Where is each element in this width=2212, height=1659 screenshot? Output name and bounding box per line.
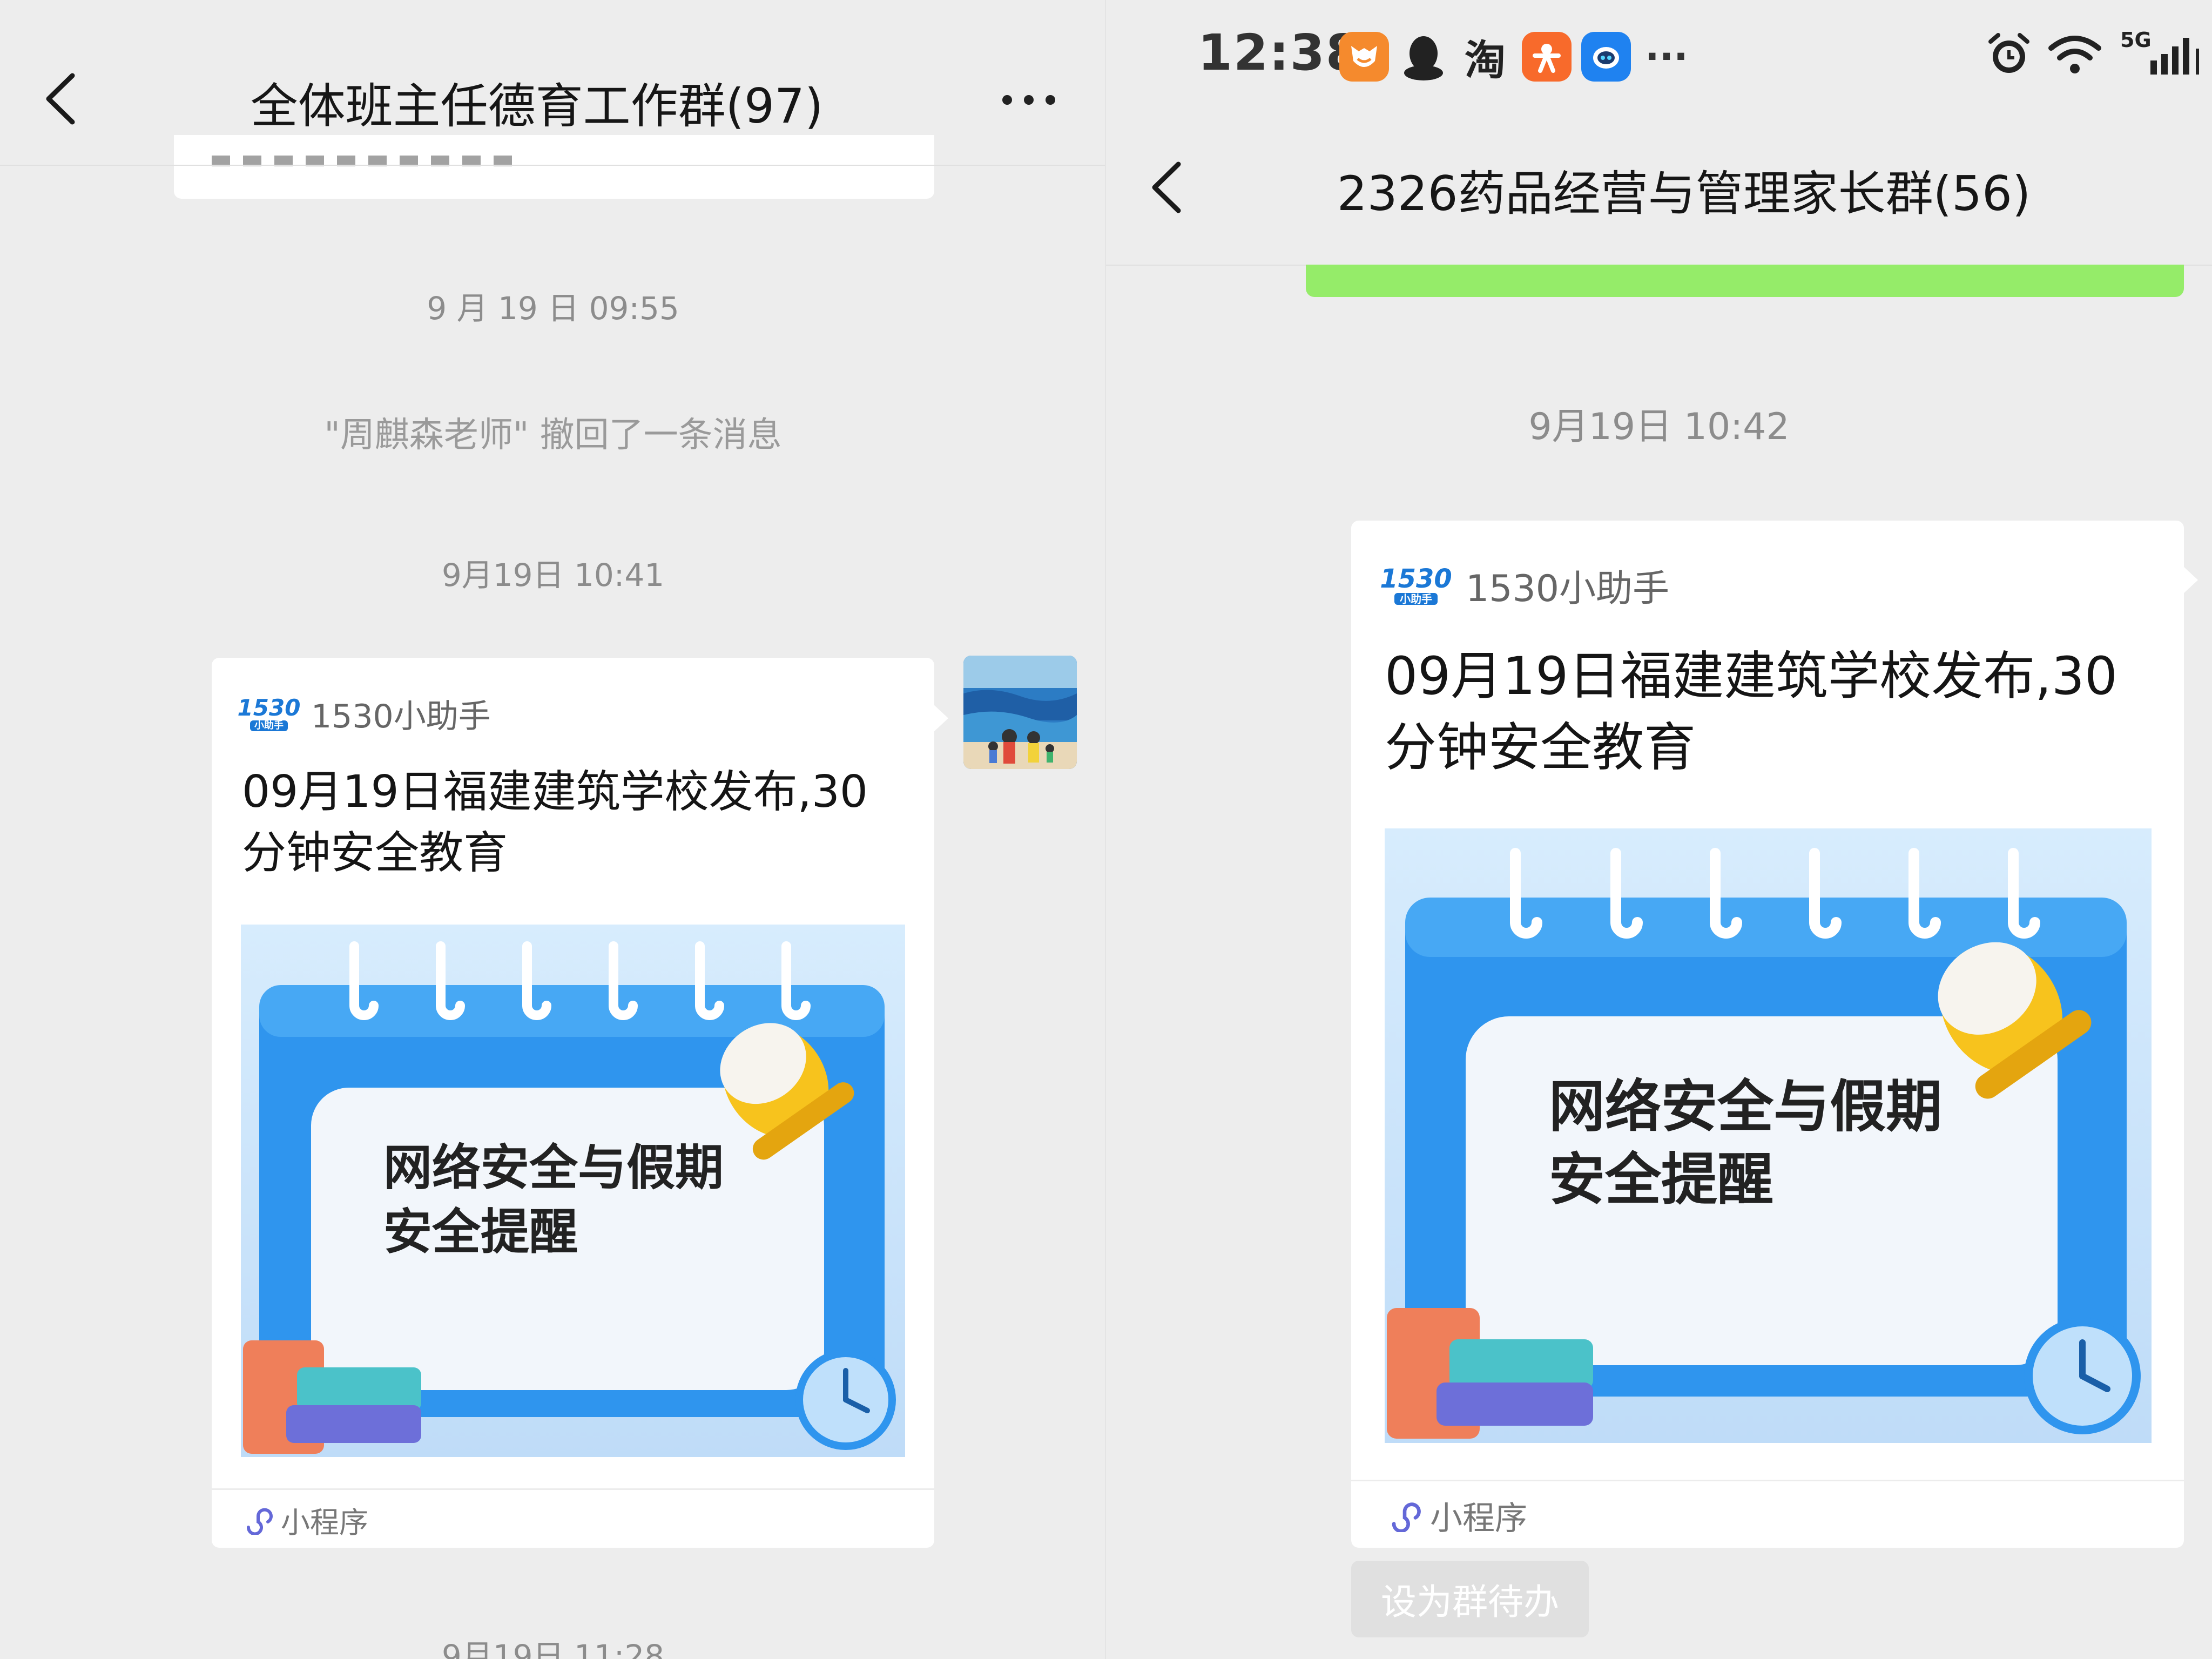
mini-program-icon	[246, 1508, 273, 1535]
wifi-icon	[2048, 36, 2101, 73]
thumbnail-headline: 网络安全与假期 安全提醒	[383, 1139, 724, 1260]
mini-program-card[interactable]: 1530 小助手 1530小助手 09月19日福建建筑学校发布,30分钟安全教育	[212, 658, 948, 1549]
right-chat-screen: 12:38 淘 ··· 5G 2326药品经营与管理家长群(56) 9月19日 …	[1106, 0, 2212, 1659]
system-status-icons: 5G	[1986, 25, 2199, 84]
card-footer-label: 小程序	[1430, 1499, 1527, 1537]
timestamp: 9月19日 10:41	[441, 557, 665, 594]
card-title: 09月19日福建建筑学校发布,30分钟安全教育	[242, 766, 868, 879]
status-app-icons: 淘 ···	[1339, 27, 1688, 86]
chat-title: 2326药品经营与管理家长群(56)	[1337, 166, 2031, 221]
set-group-todo-button[interactable]: 设为群待办	[1351, 1561, 1589, 1637]
status-time: 12:38	[1198, 24, 1361, 82]
thumbnail-headline: 网络安全与假期 安全提醒	[1549, 1074, 1943, 1213]
app-logo: 1530 小助手	[237, 694, 301, 731]
mini-program-icon	[1392, 1502, 1421, 1532]
chevron-left-icon[interactable]	[1148, 158, 1186, 217]
fox-app-icon	[1339, 32, 1389, 82]
card-thumbnail: 网络安全与假期 安全提醒	[241, 925, 905, 1457]
robot-app-icon	[1581, 32, 1631, 82]
sender-avatar[interactable]	[963, 656, 1077, 769]
star-app-icon	[1522, 32, 1572, 82]
card-title: 09月19日福建建筑学校发布,30分钟安全教育	[1385, 646, 2117, 778]
chat-title: 全体班主任德育工作群(97)	[250, 78, 824, 134]
more-dots-icon[interactable]	[999, 92, 1058, 108]
card-footer: 小程序	[1351, 1480, 2184, 1549]
card-footer-label: 小程序	[281, 1505, 368, 1540]
mini-program-card[interactable]: 1530 小助手 1530小助手 09月19日福建建筑学校发布,30分钟安全教育	[1351, 521, 2198, 1549]
previous-message-bubble[interactable]	[174, 135, 934, 199]
card-footer: 小程序	[212, 1488, 934, 1549]
taobao-icon: 淘	[1465, 36, 1506, 84]
card-app-name: 1530小助手	[1466, 568, 1670, 610]
penguin-icon	[1399, 32, 1448, 82]
timestamp: 9月19日 10:42	[1528, 406, 1790, 448]
previous-message-bubble[interactable]	[1306, 265, 2184, 297]
card-app-name: 1530小助手	[311, 698, 491, 736]
more-notifications-icon: ···	[1645, 35, 1688, 79]
card-header: 1530 小助手 1530小助手	[237, 690, 491, 737]
timestamp: 9月19日 11:28	[441, 1638, 665, 1659]
card-header: 1530 小助手 1530小助手	[1380, 558, 1670, 612]
left-chat-screen: 全体班主任德育工作群(97) 9 月 19 日 09:55 "周麒森老师" 撤回…	[0, 0, 1106, 1659]
nav-bar: 12:38 淘 ··· 5G 2326药品经营与管理家长群(56)	[1106, 0, 2212, 266]
signal-icon: 5G	[2118, 28, 2199, 79]
timestamp: 9 月 19 日 09:55	[427, 290, 679, 327]
recall-notice: "周麒森老师" 撤回了一条消息	[324, 415, 782, 455]
app-logo: 1530 小助手	[1380, 563, 1452, 605]
alarm-icon	[1988, 33, 2029, 73]
card-thumbnail: 网络安全与假期 安全提醒	[1385, 828, 2152, 1443]
